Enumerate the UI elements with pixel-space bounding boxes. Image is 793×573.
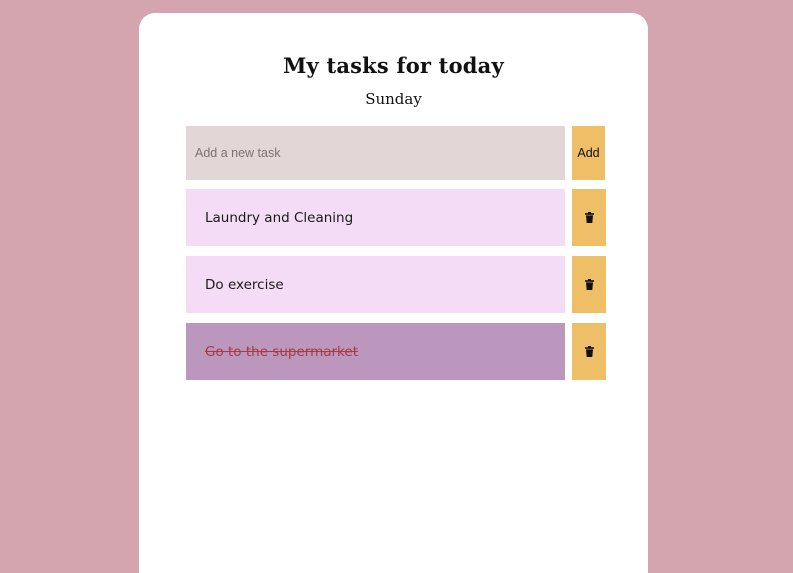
task-text[interactable]: Do exercise — [186, 256, 565, 313]
delete-task-button[interactable] — [572, 256, 606, 313]
task-text[interactable]: Laundry and Cleaning — [186, 189, 565, 246]
trash-icon — [584, 279, 594, 290]
todo-card: My tasks for today Sunday Add Laundry an… — [139, 13, 648, 573]
task-text[interactable]: Go to the supermarket — [186, 323, 565, 380]
new-task-input[interactable] — [186, 126, 565, 180]
task-list: Laundry and Cleaning Do exercise Go to t… — [186, 189, 606, 390]
task-item-completed: Go to the supermarket — [186, 323, 606, 380]
task-item: Laundry and Cleaning — [186, 189, 606, 246]
day-label: Sunday — [365, 90, 422, 108]
page-title: My tasks for today — [283, 53, 504, 78]
trash-icon — [584, 346, 594, 357]
add-task-button[interactable]: Add — [572, 126, 605, 180]
delete-task-button[interactable] — [572, 323, 606, 380]
add-task-row: Add — [186, 126, 606, 180]
delete-task-button[interactable] — [572, 189, 606, 246]
trash-icon — [584, 212, 594, 223]
task-item: Do exercise — [186, 256, 606, 313]
